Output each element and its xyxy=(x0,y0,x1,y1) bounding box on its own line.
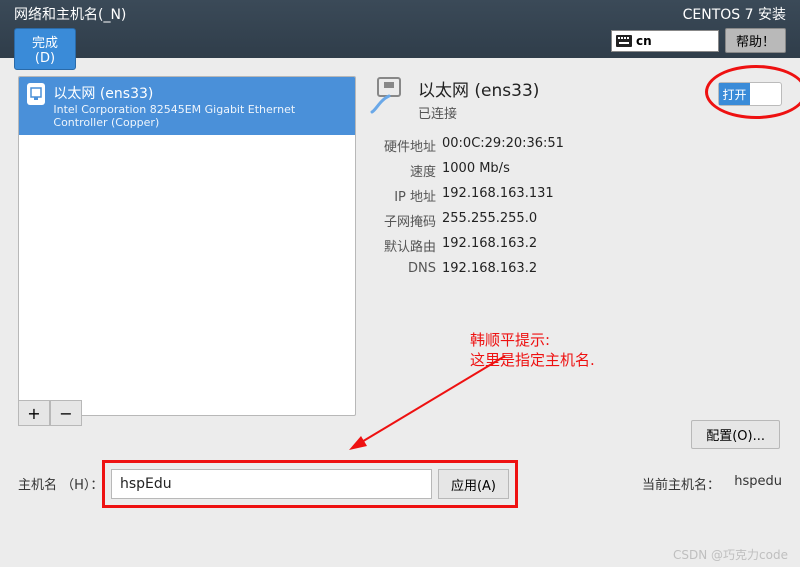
hostname-input[interactable] xyxy=(111,469,432,499)
mask-label: 子网掩码 xyxy=(370,211,436,230)
connection-toggle[interactable]: 打开 xyxy=(718,82,782,106)
current-hostname-value: hspedu xyxy=(734,474,782,489)
hwaddr-value: 00:0C:29:20:36:51 xyxy=(442,136,564,155)
device-name: 以太网 (ens33) xyxy=(53,83,347,103)
nic-title: 以太网 (ens33) xyxy=(418,76,539,101)
ip-value: 192.168.163.131 xyxy=(442,186,554,205)
ip-label: IP 地址 xyxy=(370,186,436,205)
page-title: 网络和主机名(_N) xyxy=(14,4,126,24)
nic-status: 已连接 xyxy=(418,103,539,122)
hwaddr-label: 硬件地址 xyxy=(370,136,436,155)
speed-value: 1000 Mb/s xyxy=(442,161,510,180)
gateway-label: 默认路由 xyxy=(370,236,436,255)
network-port-icon xyxy=(370,76,408,114)
keyboard-layout-code: cn xyxy=(636,34,652,48)
ethernet-icon xyxy=(27,83,45,105)
nic-info-table: 硬件地址 00:0C:29:20:36:51 速度 1000 Mb/s IP 地址 1… xyxy=(370,136,782,276)
device-list[interactable]: 以太网 (ens33) Intel Corporation 82545EM Gi… xyxy=(18,76,356,416)
keyboard-icon xyxy=(616,35,632,47)
hostname-label: 主机名 （H）： xyxy=(18,474,103,493)
speed-label: 速度 xyxy=(370,161,436,180)
add-device-button[interactable]: + xyxy=(18,400,50,426)
dns-value: 192.168.163.2 xyxy=(442,261,537,276)
keyboard-layout-selector[interactable]: cn xyxy=(611,30,719,52)
device-list-item[interactable]: 以太网 (ens33) Intel Corporation 82545EM Gi… xyxy=(19,77,355,135)
current-hostname-label: 当前主机名： xyxy=(642,474,720,493)
help-button[interactable]: 帮助！ xyxy=(725,28,786,53)
device-controller: Intel Corporation 82545EM Gigabit Ethern… xyxy=(53,103,347,129)
mask-value: 255.255.255.0 xyxy=(442,211,537,230)
installer-title: CENTOS 7 安装 xyxy=(683,4,786,24)
dns-label: DNS xyxy=(370,261,436,276)
toggle-on-label: 打开 xyxy=(719,83,750,105)
remove-device-button[interactable]: − xyxy=(50,400,82,426)
gateway-value: 192.168.163.2 xyxy=(442,236,537,255)
hostname-highlight-box: 应用(A) xyxy=(102,460,518,508)
configure-button[interactable]: 配置(O)... xyxy=(691,420,780,449)
apply-button[interactable]: 应用(A) xyxy=(438,469,509,499)
header-bar: 网络和主机名(_N) 完成(D) CENTOS 7 安装 cn 帮助！ xyxy=(0,0,800,58)
watermark: CSDN @巧克力code xyxy=(673,546,788,563)
